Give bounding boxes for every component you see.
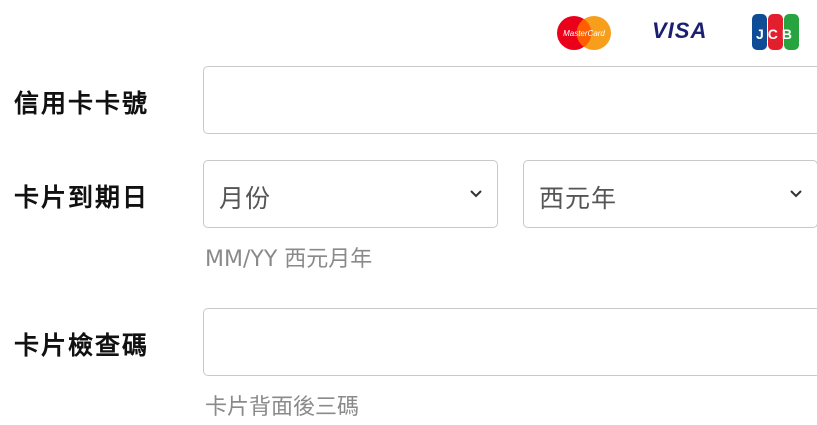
cvv-label: 卡片檢查碼	[14, 331, 150, 360]
mastercard-logo: MasterCard	[557, 16, 611, 50]
jcb-logo: JCB	[752, 14, 799, 50]
card-number-label: 信用卡卡號	[14, 89, 150, 118]
cvv-hint: 卡片背面後三碼	[205, 395, 360, 420]
expiry-month-select[interactable]: 月份	[203, 160, 498, 228]
visa-logo: VISA	[652, 18, 708, 43]
card-brand-logos: MasterCard VISA JCB	[550, 10, 817, 56]
expiry-label: 卡片到期日	[14, 183, 150, 212]
expiry-year-select[interactable]: 西元年	[523, 160, 817, 228]
expiry-hint: MM/YY 西元月年	[205, 247, 373, 272]
card-number-input[interactable]	[203, 66, 817, 134]
expiry-month-value: 月份	[219, 184, 272, 213]
cvv-input[interactable]	[203, 308, 817, 376]
jcb-text: JCB	[756, 26, 796, 42]
mastercard-text: MasterCard	[563, 29, 605, 38]
chevron-down-icon	[790, 190, 802, 198]
expiry-year-value: 西元年	[539, 184, 618, 213]
chevron-down-icon	[470, 190, 482, 198]
